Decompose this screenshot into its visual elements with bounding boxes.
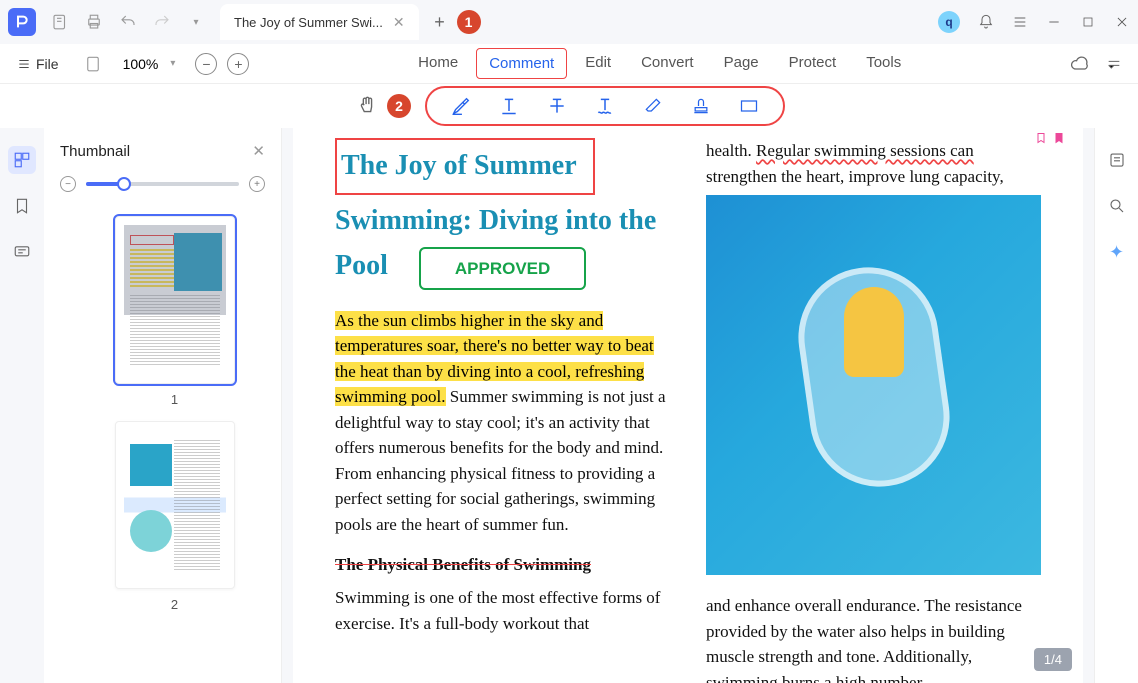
view-mode-icon[interactable] [83,54,103,74]
file-label: File [36,56,59,72]
bookmark-ribbons [1035,130,1065,146]
thumbnail-panel: Thumbnail ✕ − + 1 [44,128,282,683]
minimize-icon[interactable] [1046,14,1062,30]
right-rail: ✦ [1094,128,1138,683]
zoom-controls: 100% ▾ − + [83,52,250,76]
menu-comment[interactable]: Comment [476,48,567,79]
strikethrough-tool-icon[interactable] [543,92,571,120]
titlebar-left: ▾ [8,8,206,36]
collapse-icon[interactable] [1104,54,1124,74]
col2-prefix: health. [706,141,756,160]
thumb-zoom-out[interactable]: − [60,176,76,192]
document-viewport[interactable]: The Joy of Summer Swimming: Diving into … [282,128,1094,683]
redo-icon[interactable] [152,12,172,32]
thumbnail-header: Thumbnail ✕ [44,128,281,168]
subheading-strikethrough: The Physical Benefits of Swimming [335,555,670,575]
thumbnail-panel-icon[interactable] [8,146,36,174]
undo-icon[interactable] [118,12,138,32]
titlebar-right: q [938,11,1130,33]
bookmark-icon[interactable] [1053,130,1065,146]
rectangle-tool-icon[interactable] [735,92,763,120]
new-tab-button[interactable]: + [425,7,455,37]
document-title: The Joy of Summer Swimming: Diving into … [335,138,670,290]
titlebar: ▾ The Joy of Summer Swi... ✕ + 1 q [0,0,1138,44]
left-rail [0,128,44,683]
menu-icon[interactable] [1012,14,1028,30]
menu-edit[interactable]: Edit [573,48,623,79]
zoom-out-button[interactable]: − [195,53,217,75]
annotation-tools [425,86,785,126]
thumb-zoom-in[interactable]: + [249,176,265,192]
chevron-down-icon: ▾ [170,58,175,69]
document-page: The Joy of Summer Swimming: Diving into … [293,128,1083,683]
thumbnail-zoom: − + [44,168,281,206]
search-icon[interactable] [1103,192,1131,220]
properties-icon[interactable] [1103,146,1131,174]
ai-sparkle-icon[interactable]: ✦ [1103,238,1131,266]
document-tab[interactable]: The Joy of Summer Swi... ✕ [220,4,419,40]
thumb-label: 2 [115,597,235,612]
close-tab-icon[interactable]: ✕ [393,14,405,31]
file-menu[interactable]: File [8,52,67,76]
cloud-icon[interactable] [1070,54,1090,74]
bell-icon[interactable] [978,14,994,30]
title-line-1: The Joy of Summer [335,138,595,195]
bookmark-icon[interactable] [1035,130,1047,146]
underline-tool-icon[interactable] [495,92,523,120]
menu-tools[interactable]: Tools [854,48,913,79]
main-area: Thumbnail ✕ − + 1 [0,128,1138,683]
thumbnail-item[interactable]: 2 [115,421,235,612]
page-thumbnail-1 [124,225,226,375]
print-icon[interactable] [84,12,104,32]
squiggly-text: Regular swimming sessions can [756,141,974,160]
close-panel-icon[interactable]: ✕ [252,142,265,160]
thumb-zoom-slider[interactable] [86,182,239,186]
thumbnail-title: Thumbnail [60,143,130,160]
right-column: health. Regular swimming sessions can st… [706,138,1041,683]
menubar-right [1070,54,1130,74]
close-window-icon[interactable] [1114,14,1130,30]
menu-convert[interactable]: Convert [629,48,706,79]
comment-toolbar: 2 [0,84,1138,128]
app-icon[interactable] [8,8,36,36]
zoom-select[interactable]: 100% ▾ [113,52,186,76]
callout-2: 2 [387,94,411,118]
page-columns: The Joy of Summer Swimming: Diving into … [335,138,1041,683]
maximize-icon[interactable] [1080,14,1096,30]
paragraph-1: As the sun climbs higher in the sky and … [335,308,670,538]
stamp-tool-icon[interactable] [687,92,715,120]
user-avatar[interactable]: q [938,11,960,33]
col2-top: health. Regular swimming sessions can st… [706,138,1041,189]
thumbnail-item[interactable]: 1 [115,216,235,407]
paragraph-2: Swimming is one of the most effective fo… [335,585,670,636]
para1-rest: Summer swimming is not just a delightful… [335,387,666,534]
squiggly-tool-icon[interactable] [591,92,619,120]
col2-bottom: and enhance overall endurance. The resis… [706,593,1041,683]
left-column: The Joy of Summer Swimming: Diving into … [335,138,670,683]
person-illustration [844,287,904,377]
thumb-label: 1 [115,392,235,407]
page-indicator[interactable]: 1/4 [1034,648,1072,671]
menu-home[interactable]: Home [406,48,470,79]
callout-1: 1 [457,10,481,34]
bookmark-panel-icon[interactable] [8,192,36,220]
page-thumbnail-2 [124,430,226,580]
menu-page[interactable]: Page [712,48,771,79]
tab-title: The Joy of Summer Swi... [234,15,383,30]
approved-stamp: APPROVED [419,247,586,290]
open-icon[interactable] [50,12,70,32]
dropdown-icon[interactable]: ▾ [186,12,206,32]
highlight-tool-icon[interactable] [447,92,475,120]
hand-tool-icon[interactable] [353,92,381,120]
menu-protect[interactable]: Protect [777,48,849,79]
thumbnail-list: 1 2 [44,206,281,683]
col2-rest: strengthen the heart, improve lung capac… [706,167,1004,186]
menubar: File 100% ▾ − + Home Comment Edit Conver… [0,44,1138,84]
zoom-in-button[interactable]: + [227,53,249,75]
pool-image [706,195,1041,575]
zoom-value: 100% [123,56,159,72]
menu-tabs: Home Comment Edit Convert Page Protect T… [406,48,913,79]
eraser-tool-icon[interactable] [639,92,667,120]
comment-panel-icon[interactable] [8,238,36,266]
